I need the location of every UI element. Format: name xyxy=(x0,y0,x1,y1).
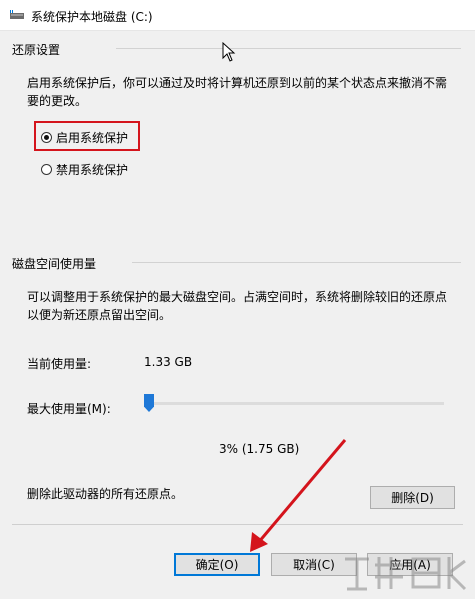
radio-unchecked-icon xyxy=(41,164,52,175)
disk-usage-label: 磁盘空间使用量 xyxy=(12,257,97,271)
max-usage-label: 最大使用量(M): xyxy=(27,402,111,416)
max-usage-slider-track[interactable] xyxy=(148,402,444,405)
window-title: 系统保护本地磁盘 (C:) xyxy=(31,10,153,24)
radio-disable-protection[interactable]: 禁用系统保护 xyxy=(41,161,128,178)
radio-enable-label: 启用系统保护 xyxy=(56,131,129,145)
drive-icon xyxy=(10,10,24,19)
delete-description: 删除此驱动器的所有还原点。 xyxy=(27,487,184,501)
radio-checked-icon xyxy=(41,132,52,143)
restore-settings-divider xyxy=(116,48,461,49)
restore-settings-label: 还原设置 xyxy=(12,43,61,57)
bottom-separator xyxy=(12,524,463,525)
ok-button[interactable]: 确定(O) xyxy=(174,553,260,576)
restore-description: 启用系统保护后，你可以通过及时将计算机还原到以前的某个状态点来撤消不需要的更改。 xyxy=(27,76,448,108)
max-usage-text: 3% (1.75 GB) xyxy=(219,442,300,456)
mouse-cursor-icon xyxy=(222,42,236,62)
watermark-logo-icon xyxy=(345,557,467,591)
radio-enable-protection[interactable]: 启用系统保护 xyxy=(41,129,128,146)
title-bar: 系统保护本地磁盘 (C:) xyxy=(0,0,475,31)
current-usage-value: 1.33 GB xyxy=(144,355,193,369)
radio-disable-label: 禁用系统保护 xyxy=(56,163,129,177)
disk-description: 可以调整用于系统保护的最大磁盘空间。占满空间时，系统将删除较旧的还原点以便为新还… xyxy=(27,290,448,322)
delete-button[interactable]: 删除(D) xyxy=(370,486,455,509)
current-usage-label: 当前使用量: xyxy=(27,357,92,371)
disk-usage-divider xyxy=(132,262,461,263)
